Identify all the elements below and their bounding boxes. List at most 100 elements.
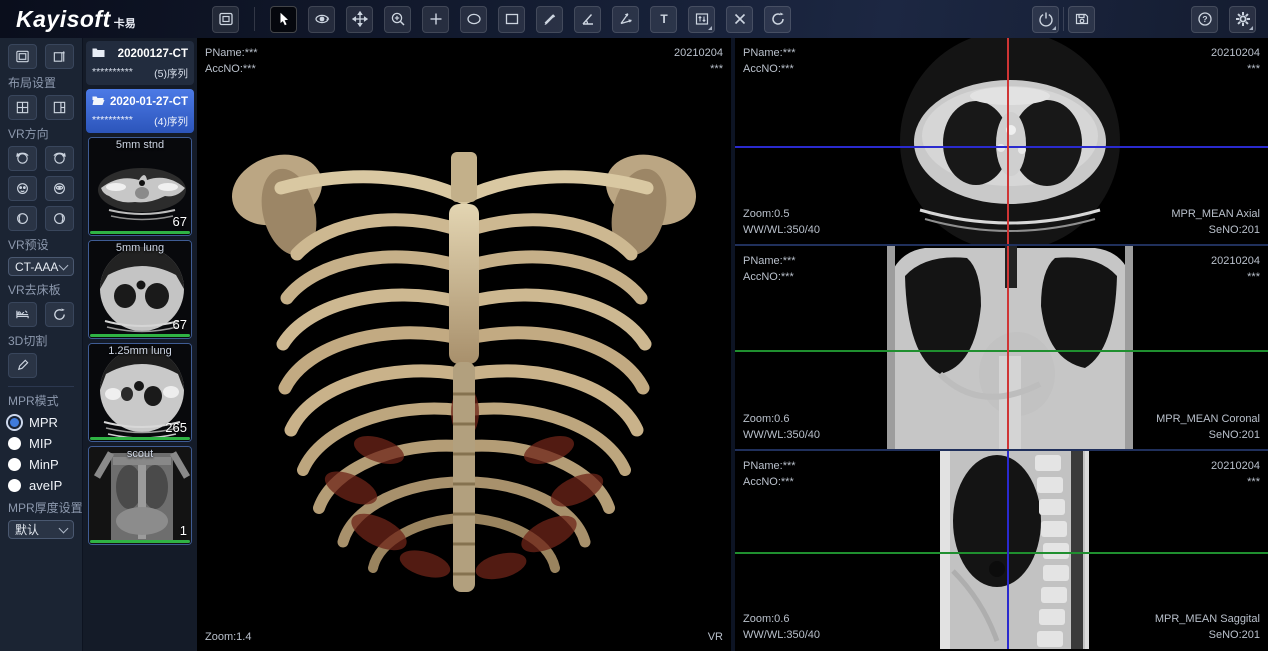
cobb-angle-button[interactable] xyxy=(612,6,639,33)
reset-button[interactable] xyxy=(764,6,791,33)
axial-study-date: 20210204*** xyxy=(1211,45,1260,77)
crosshair-tool-button[interactable] xyxy=(422,6,449,33)
thumbnail-label: 1.25mm lung xyxy=(89,345,191,357)
text-annotation-icon: T xyxy=(656,11,672,27)
sagittal-crosshair-horizontal[interactable] xyxy=(735,552,1268,554)
mpr-mode-option-mip[interactable]: MIP xyxy=(8,436,74,451)
vr-back-view-button[interactable] xyxy=(45,176,74,201)
vr-direction-label: VR方向 xyxy=(8,125,74,142)
vr-rotate-left-button[interactable] xyxy=(8,146,37,171)
coronal-zoom-readout: Zoom:0.6WW/WL:350/40 xyxy=(743,411,820,443)
panel-layout-button[interactable] xyxy=(45,44,74,69)
grid-layout-button[interactable] xyxy=(8,95,37,120)
axial-patient-info: PName:***AccNO:*** xyxy=(743,45,796,77)
vr-rotate-right-icon xyxy=(52,151,67,166)
screen-layout-button[interactable] xyxy=(8,44,37,69)
vr-rotate-right-button[interactable] xyxy=(45,146,74,171)
panel-flag-icon xyxy=(52,49,67,64)
logo-text: Kayisoft xyxy=(16,6,111,33)
sagittal-type-label: MPR_MEAN SaggitalSeNO:201 xyxy=(1155,611,1260,643)
help-button[interactable]: ? xyxy=(1191,6,1218,33)
thumbnail-progress-bar xyxy=(90,540,190,543)
sidebar-divider xyxy=(8,386,74,387)
thumbnail-image xyxy=(89,447,192,545)
axial-crosshair-vertical[interactable] xyxy=(1007,38,1009,244)
coronal-viewport[interactable]: PName:***AccNO:*** 20210204*** Zoom:0.6W… xyxy=(735,244,1268,449)
coronal-patient-info: PName:***AccNO:*** xyxy=(743,253,796,285)
rotate-3d-icon xyxy=(314,11,330,27)
layout-2d-button[interactable] xyxy=(212,6,239,33)
bed-icon xyxy=(15,307,30,322)
coronal-crosshair-vertical[interactable] xyxy=(1007,246,1009,449)
topbar-right-group: ? xyxy=(1032,6,1268,33)
ellipse-roi-button[interactable] xyxy=(460,6,487,33)
remove-bed-button[interactable] xyxy=(8,302,37,327)
settings-button[interactable] xyxy=(1229,6,1256,33)
series-thumbnail-5mm-stnd[interactable]: 5mm stnd 67 xyxy=(88,137,192,236)
sagittal-crosshair-vertical[interactable] xyxy=(1007,451,1009,649)
study-item-2-selected[interactable]: 2020-01-27-CT ********** (4)序列 xyxy=(86,89,194,133)
svg-text:?: ? xyxy=(1202,14,1207,24)
series-thumbnail-125mm-lung[interactable]: 1.25mm lung 265 xyxy=(88,343,192,442)
power-icon xyxy=(1038,11,1054,27)
series-thumbnail-scout[interactable]: scout 1 xyxy=(88,446,192,545)
delete-icon xyxy=(732,11,748,27)
axial-zoom-readout: Zoom:0.5WW/WL:350/40 xyxy=(743,206,820,238)
angle-tool-button[interactable] xyxy=(574,6,601,33)
measure-line-icon xyxy=(542,11,558,27)
vr-study-date: 20210204*** xyxy=(674,45,723,77)
study-series-count: (5)序列 xyxy=(154,66,188,81)
study-patient-masked: ********** xyxy=(92,66,133,81)
cursor-icon xyxy=(276,11,292,27)
scalpel-button[interactable] xyxy=(8,353,37,378)
vr-preset-select[interactable]: CT-AAA xyxy=(8,257,74,276)
thumbnail-image-count: 67 xyxy=(173,214,187,229)
vr-front-view-button[interactable] xyxy=(8,176,37,201)
help-icon: ? xyxy=(1197,11,1213,27)
mpr-thickness-select[interactable]: 默认 xyxy=(8,520,74,539)
zoom-tool-button[interactable] xyxy=(384,6,411,33)
layout-2d-icon xyxy=(218,11,234,27)
coronal-crosshair-horizontal[interactable] xyxy=(735,350,1268,352)
thumbnail-progress-bar xyxy=(90,334,190,337)
bed-reset-button[interactable] xyxy=(45,302,74,327)
sagittal-study-date: 20210204*** xyxy=(1211,458,1260,490)
measure-line-button[interactable] xyxy=(536,6,563,33)
axial-crosshair-horizontal[interactable] xyxy=(735,146,1268,148)
power-button[interactable] xyxy=(1032,6,1059,33)
layout-settings-label: 布局设置 xyxy=(8,74,74,91)
mpr-mode-option-mpr[interactable]: MPR xyxy=(8,415,74,430)
vr-right-view-button[interactable] xyxy=(45,206,74,231)
mpr-mode-option-aveip[interactable]: aveIP xyxy=(8,478,74,493)
vr-viewport[interactable]: PName:***AccNO:*** 20210204*** Zoom:1.4 … xyxy=(197,38,731,651)
window-level-button[interactable] xyxy=(688,6,715,33)
coronal-study-date: 20210204*** xyxy=(1211,253,1260,285)
series-thumbnail-5mm-lung[interactable]: 5mm lung 67 xyxy=(88,240,192,339)
axial-viewport[interactable]: PName:***AccNO:*** 20210204*** Zoom:0.5W… xyxy=(735,38,1268,244)
radio-icon xyxy=(8,437,21,450)
study-title: 2020-01-27-CT xyxy=(110,96,188,108)
vr-left-view-button[interactable] xyxy=(8,206,37,231)
study-item-1[interactable]: 20200127-CT ********** (5)序列 xyxy=(86,41,194,85)
pan-tool-button[interactable] xyxy=(346,6,373,33)
rect-roi-icon xyxy=(504,11,520,27)
vr-patient-info: PName:***AccNO:*** xyxy=(205,45,258,77)
thumbnail-image-count: 1 xyxy=(180,523,187,538)
radio-icon xyxy=(8,479,21,492)
delete-annotation-button[interactable] xyxy=(726,6,753,33)
vr-render xyxy=(197,38,731,651)
mpr-thickness-label: MPR厚度设置 xyxy=(8,499,74,516)
mpr-mode-option-minp[interactable]: MinP xyxy=(8,457,74,472)
sagittal-viewport[interactable]: PName:***AccNO:*** 20210204*** Zoom:0.6W… xyxy=(735,449,1268,649)
cobb-angle-icon xyxy=(618,11,634,27)
split-layout-button[interactable] xyxy=(45,95,74,120)
vr-left-view-icon xyxy=(15,211,30,226)
rotate-3d-button[interactable] xyxy=(308,6,335,33)
rect-roi-button[interactable] xyxy=(498,6,525,33)
angle-icon xyxy=(580,11,596,27)
save-button[interactable] xyxy=(1068,6,1095,33)
sagittal-patient-info: PName:***AccNO:*** xyxy=(743,458,796,490)
text-annotation-button[interactable]: T xyxy=(650,6,677,33)
study-title: 20200127-CT xyxy=(118,48,188,60)
cursor-tool-button[interactable] xyxy=(270,6,297,33)
